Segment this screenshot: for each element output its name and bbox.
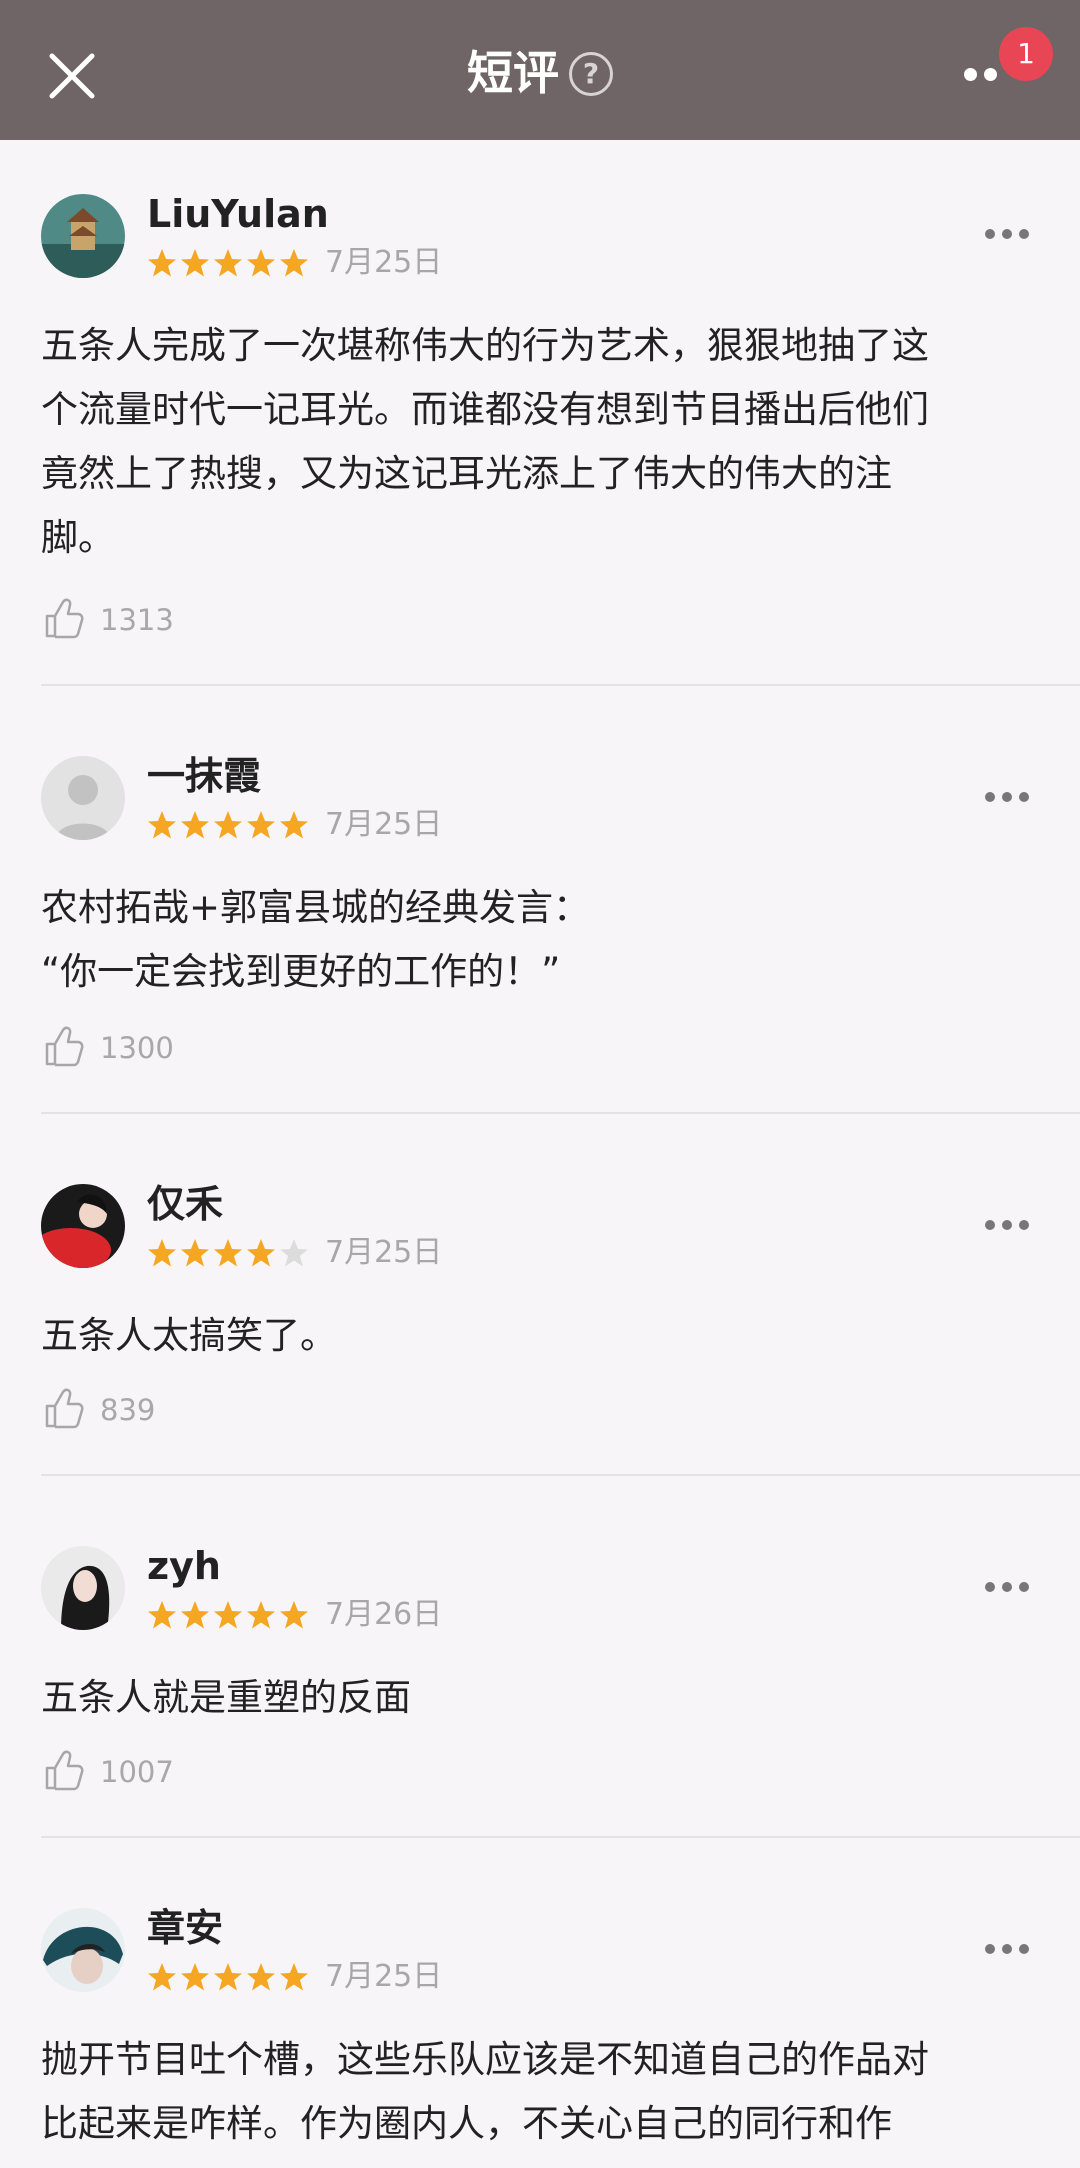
star-filled-icon <box>280 1963 308 1991</box>
comment-text: 五条人完成了一次堪称伟大的行为艺术，狠狠地抽了这 个流量时代一记耳光。而谁都没有… <box>41 324 929 559</box>
avatar[interactable] <box>41 1546 125 1630</box>
thumbs-up-icon <box>45 1026 84 1067</box>
star-filled-icon <box>280 1601 308 1629</box>
star-filled-icon <box>214 249 242 277</box>
star-filled-icon <box>214 811 242 839</box>
thumbs-up-icon <box>45 1388 84 1429</box>
star-filled-icon <box>247 249 275 277</box>
thumbs-up-icon <box>45 1750 84 1791</box>
like-button[interactable]: 1313 <box>44 596 224 644</box>
star-filled-icon <box>148 1963 176 1991</box>
comment-menu-button[interactable] <box>985 229 1029 241</box>
comment-text: 五条人太搞笑了。 <box>41 1314 337 1357</box>
page-title-wrap: 短评? <box>0 38 1080 108</box>
comment-date: 7月25日 <box>325 245 443 280</box>
star-filled-icon <box>181 811 209 839</box>
star-filled-icon <box>148 1239 176 1267</box>
comment-item: LiuYulan 7月25日 五条人完成了一次堪称伟大的行为艺术，狠狠地抽了这 … <box>0 140 1080 686</box>
star-filled-icon <box>247 1239 275 1267</box>
comment-menu-button[interactable] <box>985 1944 1029 1956</box>
avatar[interactable] <box>41 1184 125 1268</box>
notification-badge: 1 <box>999 27 1053 81</box>
star-filled-icon <box>148 249 176 277</box>
comment-date: 7月25日 <box>325 1959 443 1994</box>
like-button[interactable]: 1300 <box>44 1024 224 1072</box>
like-count: 839 <box>100 1393 156 1427</box>
comment-item: 仅禾 7月25日 五条人太搞笑了。 839 <box>0 1114 1080 1476</box>
star-filled-icon <box>247 811 275 839</box>
like-count: 1007 <box>100 1755 174 1789</box>
star-filled-icon <box>280 811 308 839</box>
more-dot <box>964 68 977 81</box>
star-filled-icon <box>181 1601 209 1629</box>
star-filled-icon <box>214 1601 242 1629</box>
star-empty-icon <box>280 1239 308 1267</box>
comment-item: 章安 7月25日 抛开节目吐个槽，这些乐队应该是不知道自己的作品对 比起来是咋样… <box>0 1838 1080 2168</box>
like-button[interactable]: 1007 <box>44 1748 224 1796</box>
avatar[interactable] <box>41 194 125 278</box>
star-filled-icon <box>181 1963 209 1991</box>
thumbs-up-icon <box>45 598 84 639</box>
star-filled-icon <box>280 249 308 277</box>
comment-item: zyh 7月26日 五条人就是重塑的反面 1007 <box>0 1476 1080 1838</box>
question-circle-icon[interactable]: ? <box>569 52 613 96</box>
comment-text: 五条人就是重塑的反面 <box>41 1676 411 1719</box>
comment-text: 农村拓哉+郭富县城的经典发言： “你一定会找到更好的工作的！” <box>41 886 591 993</box>
more-dot <box>984 68 997 81</box>
like-button[interactable]: 839 <box>44 1386 224 1434</box>
star-filled-icon <box>247 1963 275 1991</box>
star-filled-icon <box>148 811 176 839</box>
username[interactable]: zyh <box>147 1542 221 1590</box>
page-title: 短评 <box>467 46 559 100</box>
comment-date: 7月26日 <box>325 1597 443 1632</box>
avatar[interactable] <box>41 1908 125 1992</box>
username[interactable]: 章安 <box>147 1904 223 1952</box>
star-filled-icon <box>181 249 209 277</box>
comment-menu-button[interactable] <box>985 1582 1029 1594</box>
comment-date: 7月25日 <box>325 1235 443 1270</box>
avatar[interactable] <box>41 756 125 840</box>
like-count: 1313 <box>100 603 174 637</box>
username[interactable]: 一抹霞 <box>147 752 261 800</box>
star-filled-icon <box>247 1601 275 1629</box>
username[interactable]: LiuYulan <box>147 190 329 238</box>
comment-date: 7月25日 <box>325 807 443 842</box>
star-filled-icon <box>181 1239 209 1267</box>
star-filled-icon <box>148 1601 176 1629</box>
comment-menu-button[interactable] <box>985 792 1029 804</box>
comment-menu-button[interactable] <box>985 1220 1029 1232</box>
star-filled-icon <box>214 1963 242 1991</box>
top-bar: 短评? 1 <box>0 0 1080 140</box>
comment-text: 抛开节目吐个槽，这些乐队应该是不知道自己的作品对 比起来是咋样。作为圈内人，不关… <box>41 2038 929 2145</box>
like-count: 1300 <box>100 1031 174 1065</box>
comment-item: 一抹霞 7月25日 农村拓哉+郭富县城的经典发言： “你一定会找到更好的工作的！… <box>0 686 1080 1114</box>
username[interactable]: 仅禾 <box>147 1180 223 1228</box>
star-filled-icon <box>214 1239 242 1267</box>
